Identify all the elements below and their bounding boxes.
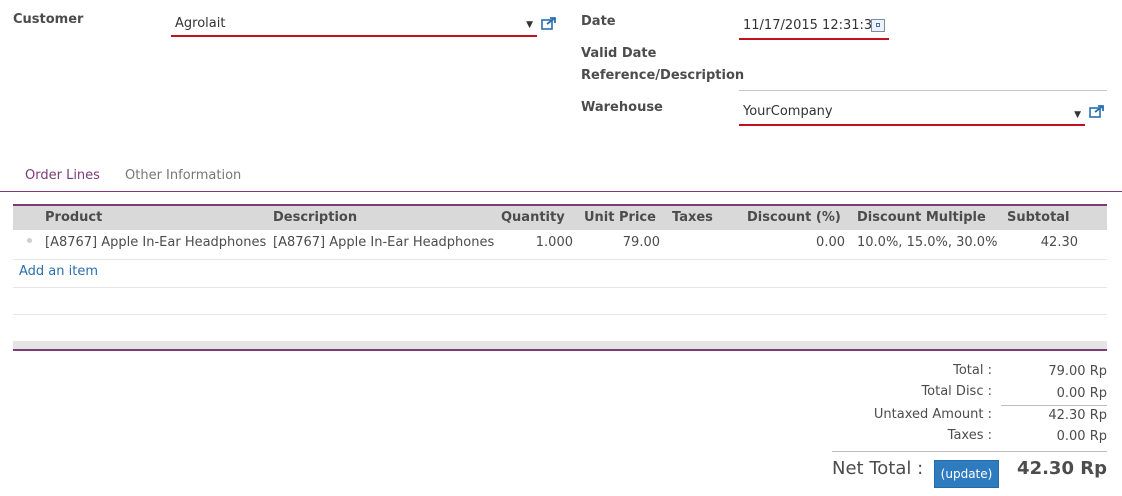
external-link-icon[interactable] <box>1089 104 1105 118</box>
table-row[interactable]: [A8767] Apple In-Ear Headphones [A8767] … <box>13 230 1107 260</box>
column-header-subtotal[interactable]: Subtotal <box>1007 210 1070 225</box>
cell-subtotal[interactable]: 42.30 <box>998 235 1078 250</box>
add-item-link[interactable]: Add an item <box>19 264 98 279</box>
net-total-value: 42.30 Rp <box>1017 458 1107 479</box>
warehouse-field[interactable]: YourCompany ▼ <box>739 100 1085 126</box>
column-header-quantity[interactable]: Quantity <box>501 210 565 225</box>
warehouse-value: YourCompany <box>743 104 833 119</box>
empty-row <box>13 315 1107 341</box>
column-header-taxes[interactable]: Taxes <box>672 210 713 225</box>
total-disc-label: Total Disc : <box>921 384 992 399</box>
empty-row <box>13 288 1107 315</box>
column-header-discount[interactable]: Discount (%) <box>747 210 841 225</box>
date-field[interactable]: 11/17/2015 12:31:32 <box>739 14 889 40</box>
date-value: 11/17/2015 12:31:32 <box>743 18 881 33</box>
required-underline <box>171 35 537 37</box>
customer-field[interactable]: Agrolait ▼ <box>171 12 537 37</box>
tab-other-information[interactable]: Other Information <box>125 168 241 183</box>
untaxed-amount-label: Untaxed Amount : <box>873 407 992 422</box>
cell-description[interactable]: [A8767] Apple In-Ear Headphones <box>273 235 494 250</box>
caret-down-icon[interactable]: ▼ <box>526 20 533 30</box>
warehouse-label: Warehouse <box>581 100 663 115</box>
cell-discount-multiple[interactable]: 10.0%, 15.0%, 30.0% <box>857 235 997 250</box>
caret-down-icon[interactable]: ▼ <box>1074 110 1081 120</box>
valid-date-label: Valid Date <box>581 46 657 61</box>
cell-unit-price[interactable]: 79.00 <box>580 235 660 250</box>
tabs-divider <box>0 191 1122 192</box>
cell-discount[interactable]: 0.00 <box>765 235 845 250</box>
table-header: Product Description Quantity Unit Price … <box>13 204 1107 230</box>
column-header-unit-price[interactable]: Unit Price <box>584 210 656 225</box>
column-header-discount-multiple[interactable]: Discount Multiple <box>857 210 986 225</box>
total-label: Total : <box>953 363 992 378</box>
subtotal-divider <box>1001 405 1107 406</box>
taxes-label: Taxes : <box>947 428 992 443</box>
calendar-icon[interactable] <box>871 19 885 32</box>
reference-field-border <box>739 90 1107 91</box>
cell-product[interactable]: [A8767] Apple In-Ear Headphones <box>45 235 266 250</box>
add-item-row: Add an item <box>13 260 1107 288</box>
net-total-label: Net Total : <box>832 458 924 479</box>
row-handle-icon[interactable] <box>27 238 32 243</box>
column-header-product[interactable]: Product <box>45 210 102 225</box>
tab-order-lines[interactable]: Order Lines <box>25 168 100 183</box>
customer-label: Customer <box>13 12 84 27</box>
net-total-divider <box>832 451 1107 452</box>
reference-label: Reference/Description <box>581 68 745 83</box>
table-footer <box>13 341 1107 351</box>
required-underline <box>739 124 1085 126</box>
total-disc-value: 0.00 Rp <box>1056 386 1107 401</box>
untaxed-amount-value: 42.30 Rp <box>1048 408 1107 423</box>
customer-value: Agrolait <box>175 16 226 31</box>
external-link-icon[interactable] <box>541 16 557 30</box>
date-label: Date <box>581 14 616 29</box>
cell-quantity[interactable]: 1.000 <box>493 235 573 250</box>
total-value: 79.00 Rp <box>1048 364 1107 379</box>
required-underline <box>739 38 889 40</box>
update-button[interactable]: (update) <box>934 460 999 488</box>
column-header-description[interactable]: Description <box>273 210 357 225</box>
taxes-value: 0.00 Rp <box>1056 429 1107 444</box>
